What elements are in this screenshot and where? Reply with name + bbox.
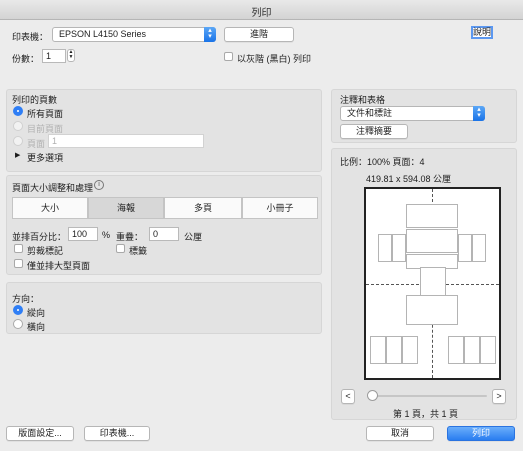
portrait-label: 縱向 xyxy=(27,308,46,318)
tile-scale-field[interactable]: 100 xyxy=(68,227,98,241)
tab-poster[interactable]: 海報 xyxy=(88,197,164,219)
layout-block xyxy=(406,295,458,325)
layout-block xyxy=(464,336,480,364)
chevron-updown-icon: ▴ ▾ xyxy=(204,27,216,42)
title-bar: 列印 xyxy=(0,0,523,20)
cut-marks-checkbox[interactable] xyxy=(14,244,23,253)
layout-block xyxy=(420,267,446,297)
disclosure-triangle-icon[interactable]: ▶ xyxy=(15,151,20,159)
tab-size[interactable]: 大小 xyxy=(12,197,88,219)
layout-block xyxy=(378,234,392,262)
labels-checkbox[interactable] xyxy=(116,244,125,253)
annotations-title: 注釋和表格 xyxy=(340,95,386,105)
cut-marks-label: 剪裁標記 xyxy=(27,246,64,256)
layout-block xyxy=(448,336,464,364)
help-button[interactable]: 說明 xyxy=(471,26,493,39)
layout-block xyxy=(458,234,472,262)
cancel-button[interactable]: 取消 xyxy=(366,426,434,441)
preview-dimensions-text: 419.81 x 594.08 公厘 xyxy=(366,174,452,184)
orientation-title: 方向： xyxy=(12,294,40,304)
orientation-panel xyxy=(6,282,322,334)
sizing-title: 頁面大小調整和處理 xyxy=(12,183,94,193)
copies-stepper[interactable]: ▲ ▼ xyxy=(67,49,75,62)
tile-large-label: 僅並排大型頁面 xyxy=(27,261,91,271)
layout-block xyxy=(406,204,458,228)
layout-block xyxy=(406,229,458,253)
preview-scale-text: 比例：100% 頁面：4 xyxy=(340,157,425,167)
layout-block xyxy=(472,234,486,262)
landscape-label: 橫向 xyxy=(27,322,46,332)
pages-all-radio[interactable] xyxy=(13,106,23,116)
tab-booklet[interactable]: 小冊子 xyxy=(242,197,318,219)
layout-block xyxy=(392,234,406,262)
annotations-select[interactable]: 文件和標註 ▴ ▾ xyxy=(340,106,485,121)
prev-page-button[interactable]: < xyxy=(341,389,355,404)
annotations-select-value: 文件和標註 xyxy=(347,108,393,118)
printer-label: 印表機： xyxy=(12,32,49,42)
page-setup-button[interactable]: 版面設定... xyxy=(6,426,74,441)
grayscale-checkbox[interactable] xyxy=(224,52,233,61)
portrait-radio[interactable] xyxy=(13,305,23,315)
pages-current-radio[interactable] xyxy=(13,121,23,131)
printer-button[interactable]: 印表機... xyxy=(84,426,150,441)
pages-range-field[interactable]: 1 xyxy=(48,134,204,148)
pages-range-radio[interactable] xyxy=(13,136,23,146)
more-options-label[interactable]: 更多選項 xyxy=(27,151,63,164)
labels-label: 標籤 xyxy=(129,246,148,256)
layout-block xyxy=(386,336,402,364)
print-button[interactable]: 列印 xyxy=(447,426,515,441)
next-page-button[interactable]: > xyxy=(492,389,506,404)
chevron-updown-icon: ▴ ▾ xyxy=(473,106,485,121)
landscape-radio[interactable] xyxy=(13,319,23,329)
window-title: 列印 xyxy=(251,8,272,19)
pages-title: 列印的頁數 xyxy=(12,95,58,105)
printer-select-value: EPSON L4150 Series xyxy=(59,29,147,39)
info-icon[interactable]: i xyxy=(94,180,104,190)
overlap-unit: 公厘 xyxy=(184,232,203,242)
page-slider-track[interactable] xyxy=(369,395,487,397)
annotation-summary-button[interactable]: 注釋摘要 xyxy=(340,124,408,139)
copies-field[interactable]: 1 xyxy=(42,49,66,63)
percent-sign: % xyxy=(102,230,111,240)
tab-multiple[interactable]: 多頁 xyxy=(164,197,242,219)
tile-scale-label: 並排百分比： xyxy=(12,232,67,242)
layout-block xyxy=(402,336,418,364)
page-indicator: 第 1 頁，共 1 頁 xyxy=(393,409,459,419)
printer-select[interactable]: EPSON L4150 Series ▴ ▾ xyxy=(52,27,216,42)
overlap-label: 重疊： xyxy=(116,232,144,242)
advanced-button[interactable]: 進階 xyxy=(224,27,294,42)
copies-label: 份數： xyxy=(12,54,40,64)
overlap-field[interactable]: 0 xyxy=(149,227,179,241)
page-preview xyxy=(364,187,501,380)
grayscale-label: 以灰階 (黑白) 列印 xyxy=(237,54,311,64)
tile-large-checkbox[interactable] xyxy=(14,259,23,268)
page-slider-thumb[interactable] xyxy=(367,390,378,401)
layout-block xyxy=(480,336,496,364)
layout-block xyxy=(370,336,386,364)
pages-range-label: 頁面 xyxy=(27,139,46,149)
pages-all-label: 所有頁面 xyxy=(27,109,64,119)
